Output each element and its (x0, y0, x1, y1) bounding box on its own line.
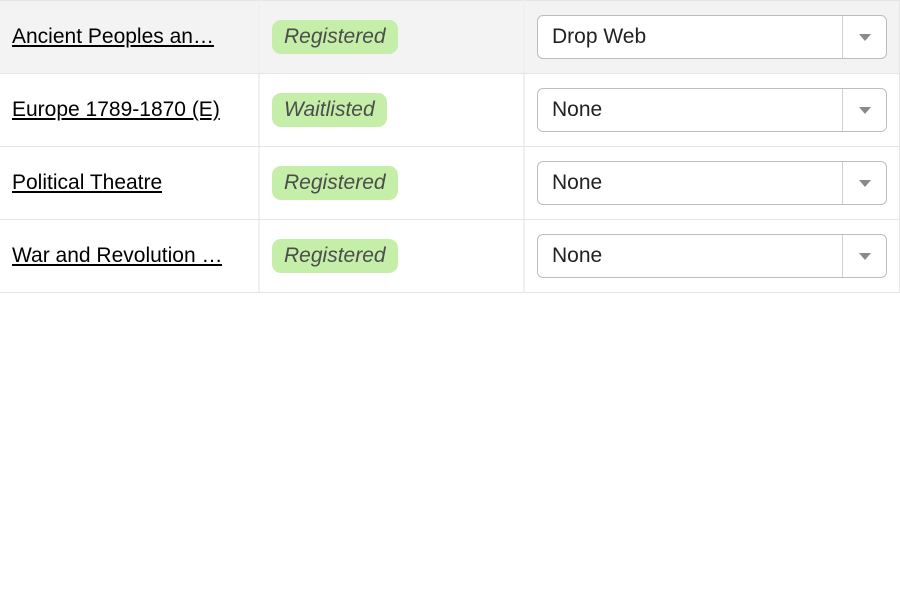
chevron-down-icon (859, 107, 871, 114)
status-badge: Registered (272, 20, 398, 54)
cell-course-title: Political Theatre (0, 147, 260, 219)
dropdown-arrow-box (842, 16, 886, 58)
table-row: Europe 1789-1870 (E) Waitlisted None (0, 74, 900, 147)
cell-status: Registered (260, 220, 525, 292)
action-dropdown[interactable]: None (537, 161, 887, 205)
cell-status: Registered (260, 0, 525, 73)
course-link[interactable]: Europe 1789-1870 (E) (12, 98, 220, 122)
cell-status: Waitlisted (260, 74, 525, 146)
action-dropdown[interactable]: Drop Web (537, 15, 887, 59)
table-row: War and Revolution … Registered None (0, 220, 900, 293)
chevron-down-icon (859, 34, 871, 41)
table-row: Ancient Peoples an… Registered Drop Web (0, 0, 900, 74)
status-badge: Waitlisted (272, 93, 387, 127)
chevron-down-icon (859, 253, 871, 260)
cell-status: Registered (260, 147, 525, 219)
cell-course-title: Europe 1789-1870 (E) (0, 74, 260, 146)
course-registration-table: Ancient Peoples an… Registered Drop Web … (0, 0, 900, 293)
cell-action: None (525, 74, 900, 146)
table-row: Political Theatre Registered None (0, 147, 900, 220)
action-dropdown-value: None (538, 244, 842, 268)
dropdown-arrow-box (842, 89, 886, 131)
cell-action: None (525, 220, 900, 292)
dropdown-arrow-box (842, 235, 886, 277)
cell-course-title: War and Revolution … (0, 220, 260, 292)
cell-action: None (525, 147, 900, 219)
action-dropdown-value: Drop Web (538, 25, 842, 49)
action-dropdown-value: None (538, 171, 842, 195)
action-dropdown-value: None (538, 98, 842, 122)
chevron-down-icon (859, 180, 871, 187)
course-link[interactable]: War and Revolution … (12, 244, 222, 268)
dropdown-arrow-box (842, 162, 886, 204)
status-badge: Registered (272, 239, 398, 273)
course-link[interactable]: Political Theatre (12, 171, 162, 195)
cell-course-title: Ancient Peoples an… (0, 0, 260, 73)
cell-action: Drop Web (525, 0, 900, 73)
status-badge: Registered (272, 166, 398, 200)
action-dropdown[interactable]: None (537, 234, 887, 278)
course-link[interactable]: Ancient Peoples an… (12, 25, 214, 49)
action-dropdown[interactable]: None (537, 88, 887, 132)
